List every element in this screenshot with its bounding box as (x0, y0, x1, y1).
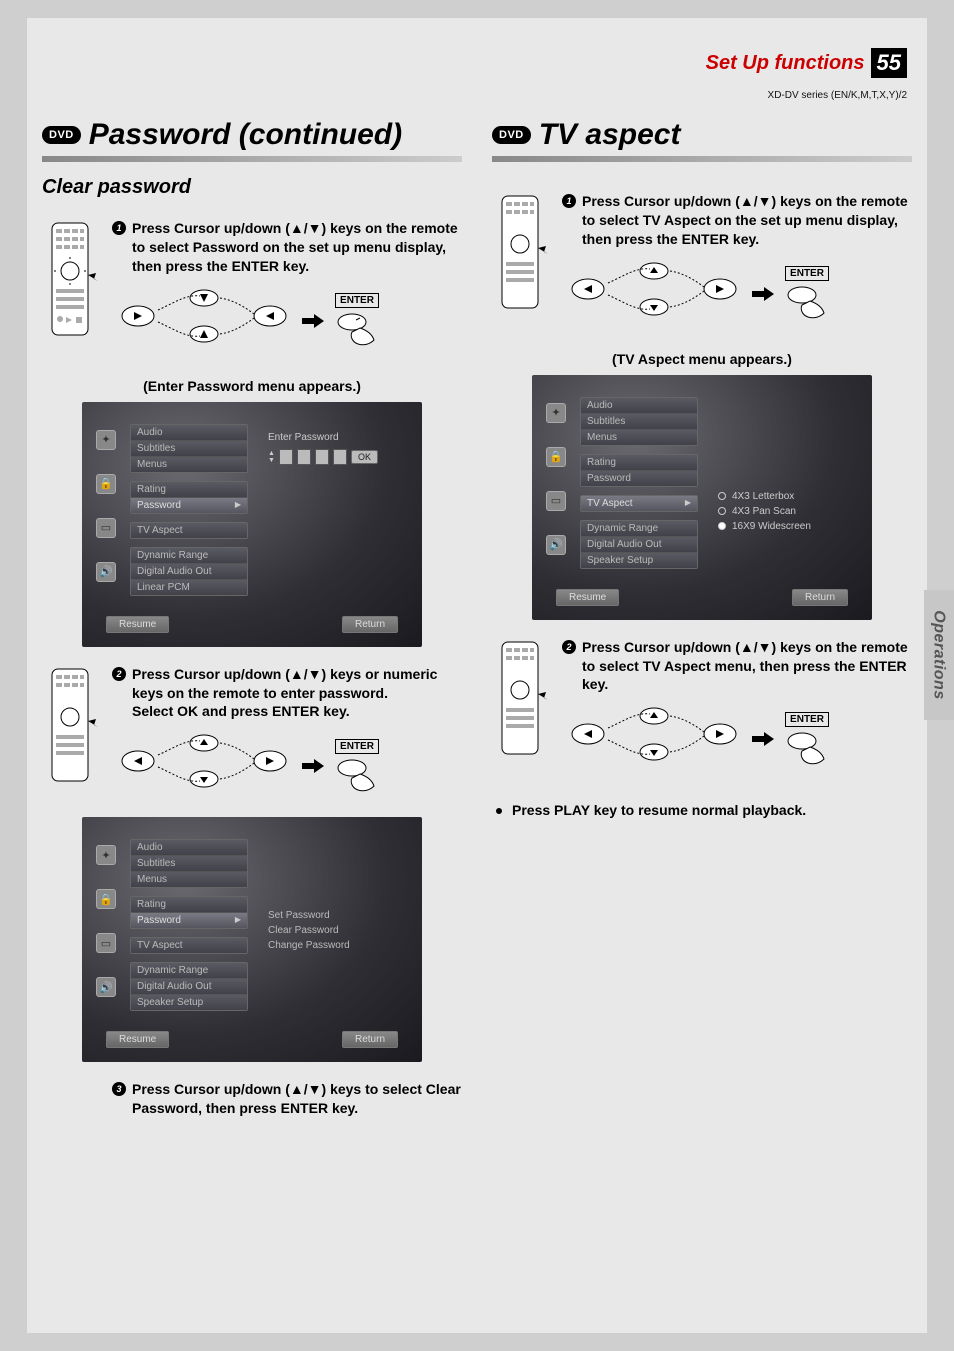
right-title: TV aspect (539, 118, 681, 152)
step-number-icon: 2 (112, 667, 126, 681)
dvd-badge: DVD (42, 126, 81, 144)
left-step-3: 3 Press Cursor up/down (▲/▼) keys to sel… (42, 1080, 462, 1128)
right-step-1: 1 Press Cursor up/down (▲/▼) keys on the… (492, 192, 912, 339)
header: Set Up functions 55 (706, 48, 907, 78)
arrow-right-icon (752, 287, 774, 301)
right-step1-text: Press Cursor up/down (▲/▼) keys on the r… (582, 192, 912, 249)
step-number-icon: 3 (112, 1082, 126, 1096)
enter-key-label: ENTER (785, 712, 829, 727)
arrow-right-icon (302, 759, 324, 773)
divider (492, 156, 912, 162)
play-resume-note: Press PLAY key to resume normal playback… (492, 802, 912, 818)
remote-icon (492, 638, 552, 785)
hand-press-icon (332, 756, 382, 794)
screenshot-tv-aspect: ✦ 🔒 ▭ 🔊 Audio Subtitles Menus (532, 375, 872, 620)
hand-press-icon (782, 283, 832, 321)
left-title: Password (continued) (89, 118, 402, 152)
left-column: DVD Password (continued) Clear password (42, 118, 462, 1134)
step-number-icon: 1 (562, 194, 576, 208)
step-number-icon: 1 (112, 221, 126, 235)
password-menu-caption: (Enter Password menu appears.) (42, 378, 462, 394)
step-number-icon: 2 (562, 640, 576, 654)
screenshot-password-submenu: ✦ 🔒 ▭ 🔊 Audio Subtitles Menus (82, 817, 422, 1062)
bullet-icon (496, 808, 502, 814)
left-step1-text: Press Cursor up/down (▲/▼) keys on the r… (132, 219, 462, 276)
hand-press-icon (782, 729, 832, 767)
tv-aspect-menu-caption: (TV Aspect menu appears.) (492, 351, 912, 367)
enter-key-label: ENTER (335, 293, 379, 308)
cursor-enter-figure: ENTER (112, 286, 462, 356)
enter-key-label: ENTER (335, 739, 379, 754)
hand-press-icon (332, 310, 382, 348)
left-subtitle: Clear password (42, 176, 462, 199)
left-step3-text: Press Cursor up/down (▲/▼) keys to selec… (132, 1080, 462, 1118)
cursor-enter-figure: ENTER (562, 259, 912, 329)
page-number: 55 (871, 48, 907, 78)
remote-icon (492, 192, 552, 339)
cursor-enter-figure: ENTER (562, 704, 912, 774)
dvd-badge: DVD (492, 126, 531, 144)
arrow-right-icon (752, 732, 774, 746)
right-column: DVD TV aspect (492, 118, 912, 1134)
left-step-1: 1 Press Cursor up/down (▲/▼) keys on the… (42, 219, 462, 366)
header-section: Set Up functions (706, 52, 865, 75)
left-step2-text: Press Cursor up/down (▲/▼) keys or numer… (132, 665, 462, 722)
right-step2-text: Press Cursor up/down (▲/▼) keys on the r… (582, 638, 912, 695)
cursor-enter-figure: ENTER (112, 731, 462, 801)
right-step-2: 2 Press Cursor up/down (▲/▼) keys on the… (492, 638, 912, 785)
screenshot-enter-password: ✦ 🔒 ▭ 🔊 Audio Subtitles Menus (82, 402, 422, 647)
model-line: XD-DV series (EN/K,M,T,X,Y)/2 (768, 90, 907, 101)
side-tab-operations: Operations (924, 590, 954, 720)
divider (42, 156, 462, 162)
arrow-right-icon (302, 314, 324, 328)
left-step-2: 2 Press Cursor up/down (▲/▼) keys or num… (42, 665, 462, 812)
remote-icon (42, 665, 102, 812)
enter-key-label: ENTER (785, 266, 829, 281)
remote-icon (42, 219, 102, 366)
